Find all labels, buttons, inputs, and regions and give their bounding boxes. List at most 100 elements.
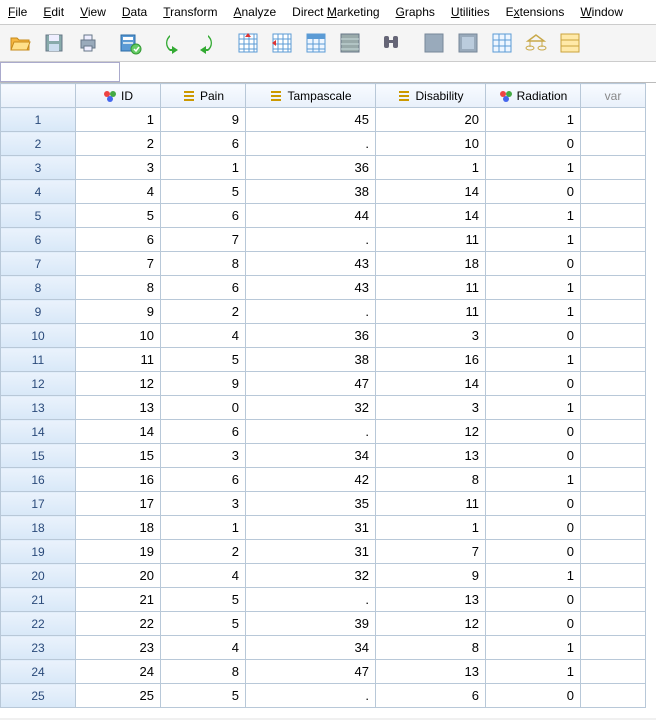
cell-id[interactable]: 10 (76, 324, 161, 348)
cell-tampascale[interactable]: 47 (246, 372, 376, 396)
column-header-id[interactable]: ID (76, 84, 161, 108)
cell-radiation[interactable]: 1 (486, 660, 581, 684)
cell-empty[interactable] (581, 588, 646, 612)
weight-cases-button[interactable] (520, 27, 552, 59)
cell-tampascale[interactable]: 42 (246, 468, 376, 492)
row-header[interactable]: 12 (1, 372, 76, 396)
column-header-pain[interactable]: Pain (161, 84, 246, 108)
cell-tampascale[interactable]: 43 (246, 252, 376, 276)
cell-tampascale[interactable]: 34 (246, 636, 376, 660)
cell-radiation[interactable]: 0 (486, 180, 581, 204)
cell-pain[interactable]: 1 (161, 156, 246, 180)
row-header[interactable]: 9 (1, 300, 76, 324)
cell-id[interactable]: 19 (76, 540, 161, 564)
cell-pain[interactable]: 4 (161, 636, 246, 660)
cell-tampascale[interactable]: 38 (246, 180, 376, 204)
cell-empty[interactable] (581, 444, 646, 468)
cell-pain[interactable]: 6 (161, 420, 246, 444)
row-header[interactable]: 18 (1, 516, 76, 540)
cell-radiation[interactable]: 1 (486, 228, 581, 252)
cell-id[interactable]: 18 (76, 516, 161, 540)
cell-disability[interactable]: 8 (376, 636, 486, 660)
cell-radiation[interactable]: 0 (486, 516, 581, 540)
cell-disability[interactable]: 10 (376, 132, 486, 156)
find-button[interactable] (376, 27, 408, 59)
cell-disability[interactable]: 11 (376, 228, 486, 252)
cell-tampascale[interactable]: 35 (246, 492, 376, 516)
cell-tampascale[interactable]: 36 (246, 156, 376, 180)
cell-tampascale[interactable]: . (246, 420, 376, 444)
cell-empty[interactable] (581, 396, 646, 420)
cell-disability[interactable]: 14 (376, 204, 486, 228)
cell-radiation[interactable]: 0 (486, 492, 581, 516)
cell-tampascale[interactable]: . (246, 684, 376, 708)
cell-radiation[interactable]: 0 (486, 420, 581, 444)
cell-pain[interactable]: 6 (161, 132, 246, 156)
cell-pain[interactable]: 5 (161, 684, 246, 708)
cell-empty[interactable] (581, 636, 646, 660)
cell-pain[interactable]: 3 (161, 492, 246, 516)
save-button[interactable] (38, 27, 70, 59)
cell-tampascale[interactable]: 32 (246, 564, 376, 588)
cell-tampascale[interactable]: 34 (246, 444, 376, 468)
cell-id[interactable]: 25 (76, 684, 161, 708)
cell-radiation[interactable]: 0 (486, 444, 581, 468)
column-header-disability[interactable]: Disability (376, 84, 486, 108)
cell-disability[interactable]: 6 (376, 684, 486, 708)
cell-id[interactable]: 3 (76, 156, 161, 180)
cell-radiation[interactable]: 0 (486, 372, 581, 396)
cell-empty[interactable] (581, 276, 646, 300)
cell-pain[interactable]: 6 (161, 204, 246, 228)
cell-pain[interactable]: 2 (161, 300, 246, 324)
cell-pain[interactable]: 8 (161, 252, 246, 276)
cell-disability[interactable]: 16 (376, 348, 486, 372)
row-header[interactable]: 4 (1, 180, 76, 204)
cell-pain[interactable]: 4 (161, 324, 246, 348)
cell-empty[interactable] (581, 684, 646, 708)
cell-id[interactable]: 21 (76, 588, 161, 612)
cell-empty[interactable] (581, 612, 646, 636)
cell-empty[interactable] (581, 180, 646, 204)
print-button[interactable] (72, 27, 104, 59)
cell-radiation[interactable]: 1 (486, 396, 581, 420)
cell-radiation[interactable]: 1 (486, 468, 581, 492)
cell-pain[interactable]: 4 (161, 564, 246, 588)
cell-tampascale[interactable]: 36 (246, 324, 376, 348)
cell-id[interactable]: 11 (76, 348, 161, 372)
cell-pain[interactable]: 3 (161, 444, 246, 468)
cell-pain[interactable]: 5 (161, 612, 246, 636)
menu-view[interactable]: View (72, 2, 114, 22)
cell-pain[interactable]: 8 (161, 660, 246, 684)
cell-empty[interactable] (581, 108, 646, 132)
cell-empty[interactable] (581, 300, 646, 324)
cell-empty[interactable] (581, 540, 646, 564)
cell-disability[interactable]: 13 (376, 660, 486, 684)
cell-tampascale[interactable]: . (246, 300, 376, 324)
cell-disability[interactable]: 9 (376, 564, 486, 588)
cell-id[interactable]: 4 (76, 180, 161, 204)
cell-pain[interactable]: 0 (161, 396, 246, 420)
row-header[interactable]: 13 (1, 396, 76, 420)
cell-empty[interactable] (581, 204, 646, 228)
row-header[interactable]: 2 (1, 132, 76, 156)
cell-editor-input[interactable] (0, 62, 120, 82)
cell-radiation[interactable]: 0 (486, 540, 581, 564)
column-header-tampascale[interactable]: Tampascale (246, 84, 376, 108)
cell-disability[interactable]: 13 (376, 444, 486, 468)
cell-id[interactable]: 9 (76, 300, 161, 324)
cell-empty[interactable] (581, 468, 646, 492)
cell-tampascale[interactable]: 38 (246, 348, 376, 372)
cell-radiation[interactable]: 0 (486, 252, 581, 276)
cell-id[interactable]: 1 (76, 108, 161, 132)
cell-tampascale[interactable]: 45 (246, 108, 376, 132)
cell-id[interactable]: 17 (76, 492, 161, 516)
cell-empty[interactable] (581, 156, 646, 180)
recall-dialog-button[interactable] (114, 27, 146, 59)
undo-button[interactable] (156, 27, 188, 59)
row-header[interactable]: 19 (1, 540, 76, 564)
cell-pain[interactable]: 5 (161, 180, 246, 204)
cell-id[interactable]: 6 (76, 228, 161, 252)
redo-button[interactable] (190, 27, 222, 59)
row-header[interactable]: 6 (1, 228, 76, 252)
open-button[interactable] (4, 27, 36, 59)
